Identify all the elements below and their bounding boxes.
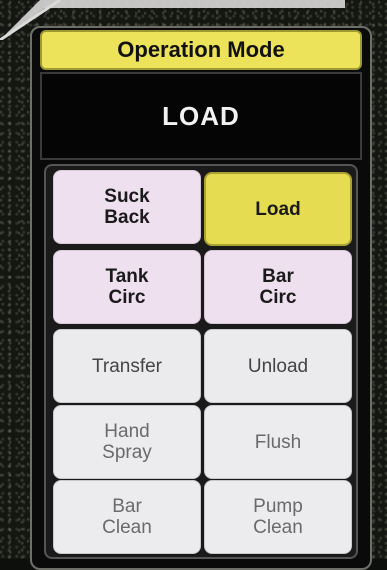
- bar-clean-button[interactable]: Bar Clean: [53, 480, 201, 554]
- bar-circ-button[interactable]: Bar Circ: [204, 250, 352, 324]
- current-mode-display: LOAD: [40, 72, 362, 160]
- unload-button[interactable]: Unload: [204, 329, 352, 403]
- flush-button[interactable]: Flush: [204, 405, 352, 479]
- suck-back-button[interactable]: Suck Back: [53, 170, 201, 244]
- tank-circ-button[interactable]: Tank Circ: [53, 250, 201, 324]
- operation-mode-title: Operation Mode: [40, 30, 362, 70]
- hand-spray-button[interactable]: Hand Spray: [53, 405, 201, 479]
- transfer-button[interactable]: Transfer: [53, 329, 201, 403]
- load-button[interactable]: Load: [204, 172, 352, 246]
- pump-clean-button[interactable]: Pump Clean: [204, 480, 352, 554]
